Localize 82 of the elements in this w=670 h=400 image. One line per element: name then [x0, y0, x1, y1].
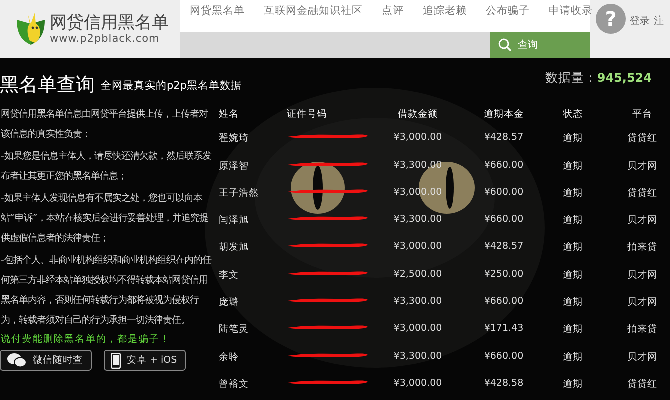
table-cell-text: 贷贷红 [626, 132, 658, 146]
table-cell-text: 陆笔灵 [218, 323, 250, 336]
table-cell-text: 逾期 [562, 296, 584, 310]
column-header: 平台 [632, 108, 654, 122]
table-cell-text: ¥600.00 [483, 186, 525, 198]
notice-paragraph: 网贷信用黑名单信息由网贷平台提供上传，上传者对该信息的真实性负责： [1, 108, 210, 142]
logo-icon [16, 12, 46, 46]
column-header: 姓名 [218, 108, 240, 122]
login-link[interactable]: 登录 [630, 14, 650, 28]
notice-paragraph: -如果主体人发现信息有不属实之处，您也可以向本站“申诉”，本站在核实后会进行妥善处理，并追究提供虚假信息者的法律责任； [1, 192, 210, 246]
search-icon [498, 38, 512, 52]
table-cell-text: 贝才网 [626, 268, 658, 282]
warning-text: 说付费能删除黑名单的，都是骗子！ [1, 333, 172, 347]
nav-link[interactable]: 点评 [382, 4, 404, 18]
help-button[interactable]: ? [596, 4, 626, 34]
table-cell-text: 逾期 [562, 241, 584, 254]
table-cell-text: 王子浩然 [218, 186, 260, 200]
table-cell-text: 逾期 [562, 268, 584, 282]
table-cell-text: 贝才网 [626, 296, 658, 310]
column-header: 借款金额 [397, 108, 439, 122]
table-cell-text: 曾裕文 [218, 378, 250, 391]
table-cell-text: 逾期 [562, 214, 584, 228]
table-cell-text: 逾期 [562, 378, 584, 391]
table-cell-text: ¥3,300.00 [392, 350, 444, 362]
notice-paragraph: -包括个人、非商业机构组织和商业机构组织在内的任何第三方非经本站单独授权均不得转载本站网贷信用黑名单内容，否则任何转载行为都将被视为侵权行为，转载者须对自己的行为承担一切法律责任。 [1, 254, 212, 328]
app-button[interactable]: 微信随时查 [0, 350, 92, 371]
table-cell-text: 逾期 [562, 132, 584, 146]
table-cell-text: ¥3,000.00 [392, 323, 444, 334]
table-cell-text: 庞璐 [218, 296, 240, 310]
register-link[interactable]: 注 [654, 14, 664, 28]
nav-link[interactable]: 追踪老赖 [423, 4, 467, 18]
count-value: 945,524 [597, 70, 652, 87]
table-cell-text: 贝才网 [626, 160, 658, 173]
column-header: 证件号码 [286, 108, 328, 122]
app-button[interactable]: 安卓 + iOS [104, 350, 186, 371]
table-cell-text: 贷贷红 [626, 186, 658, 200]
table-cell-text: ¥3,300.00 [392, 296, 444, 308]
page-subtitle: 全网最真实的p2p黑名单数据 [101, 79, 242, 94]
column-header: 逾期本金 [483, 108, 525, 122]
table-cell-text: 逾期 [562, 350, 584, 364]
table-cell-text: 贷贷红 [626, 378, 658, 391]
table-cell-text: ¥660.00 [483, 296, 525, 308]
search-button[interactable]: 查询 [490, 32, 590, 58]
table-cell-text: 李文 [218, 268, 240, 282]
table-cell-text: 余聆 [218, 350, 240, 364]
search-field[interactable] [180, 32, 490, 58]
count-label: 数据量： [545, 69, 598, 87]
chat-bubbles-icon [7, 353, 27, 368]
table-cell-text: ¥428.57 [483, 132, 525, 144]
table-cell-text: ¥428.57 [483, 241, 525, 252]
phone-icon [111, 352, 121, 368]
table-cell-text: 翟婉琦 [218, 132, 250, 146]
table-cell-text: ¥250.00 [483, 268, 525, 280]
nav-link[interactable]: 网贷黑名单 [190, 4, 245, 18]
table-cell-text: 拍来贷 [626, 241, 658, 254]
nav-link[interactable]: 公布骗子 [486, 4, 530, 18]
table-cell-text: 胡发旭 [218, 241, 250, 254]
table-cell-text: ¥3,000.00 [392, 132, 444, 144]
table-cell-text: 贝才网 [626, 214, 658, 228]
table-cell-text: ¥3,300.00 [392, 214, 444, 226]
table-cell-text: 逾期 [562, 323, 584, 336]
table-cell-text: ¥3,000.00 [392, 241, 444, 252]
table-cell-text: ¥2,500.00 [392, 268, 444, 280]
table-cell-text: 逾期 [562, 160, 584, 173]
table-cell-text: 拍来贷 [626, 323, 658, 336]
nav-link[interactable]: 申请收录 [549, 4, 593, 18]
table-cell-text: ¥171.43 [483, 323, 525, 334]
table-cell-text: 贝才网 [626, 350, 658, 364]
table-cell-text: ¥660.00 [483, 350, 525, 362]
page-title: 黑名单查询 [0, 73, 95, 98]
table-cell-text: ¥428.58 [483, 378, 525, 389]
table-cell-text: ¥660.00 [483, 160, 525, 171]
site-title: 网贷信用黑名单 [50, 13, 169, 33]
table-cell-text: ¥660.00 [483, 214, 525, 226]
table-cell-text: 闫泽旭 [218, 214, 250, 228]
table-cell-text: 原泽智 [218, 160, 250, 173]
site-url: www.p2pblack.com [50, 33, 161, 45]
table-cell-text: ¥3,000.00 [392, 378, 444, 389]
column-header: 状态 [562, 108, 584, 122]
notice-paragraph: -如果您是信息主体人，请尽快还清欠款，然后联系发布者让其更正您的黑名单信息； [1, 150, 212, 184]
table-cell-text: 逾期 [562, 186, 584, 200]
nav-link[interactable]: 互联网金融知识社区 [264, 4, 363, 18]
